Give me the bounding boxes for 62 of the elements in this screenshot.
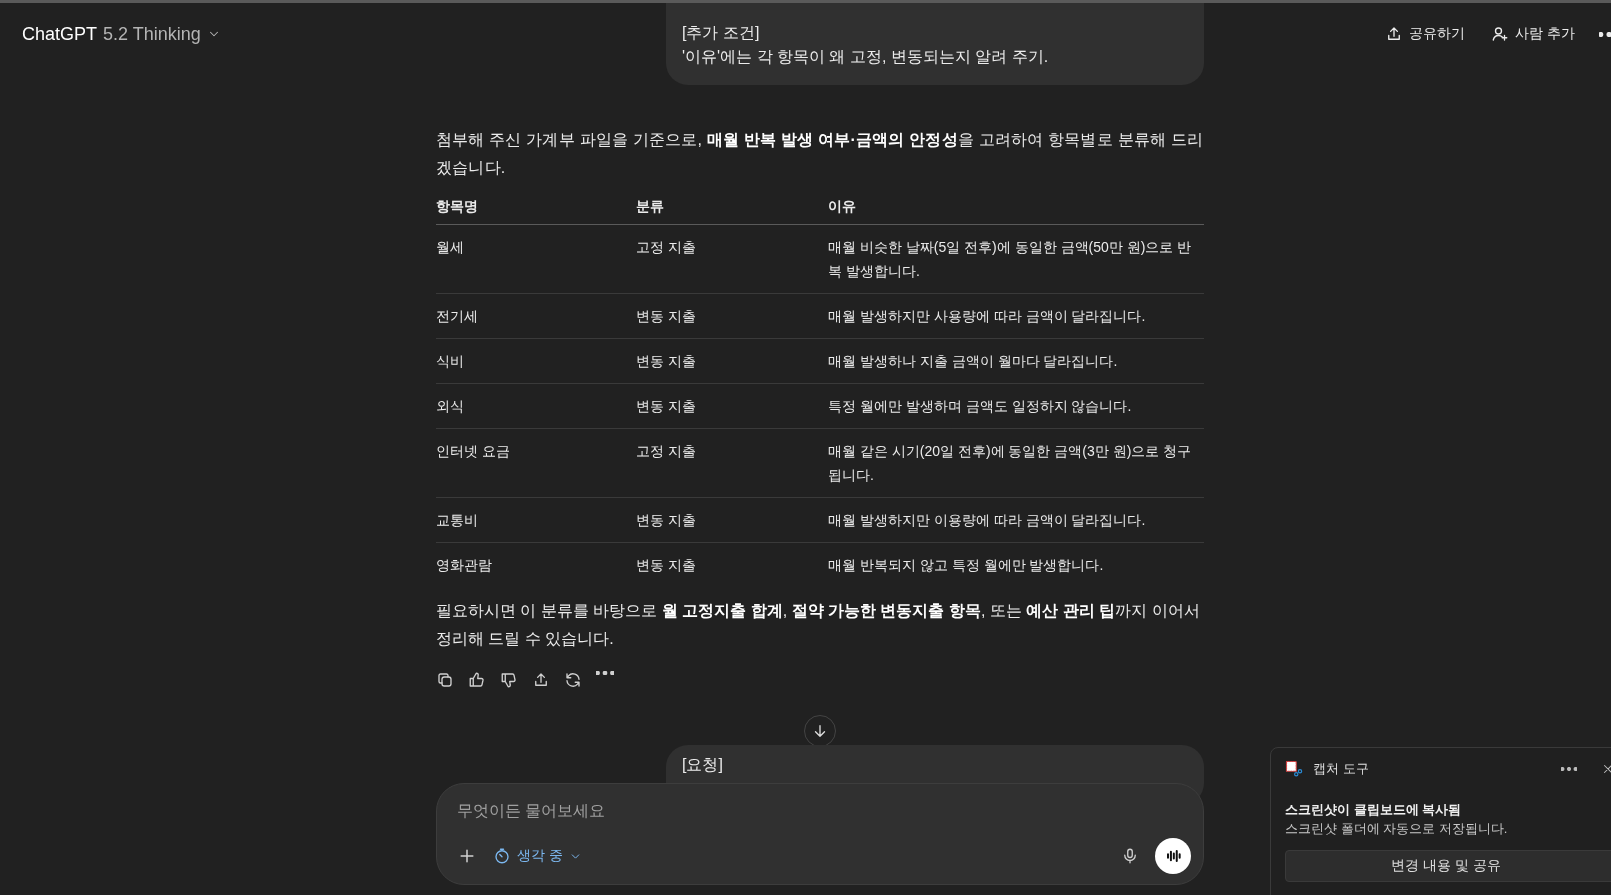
table-cell: 매월 같은 시기(20일 전후)에 동일한 금액(3만 원)으로 청구됩니다. bbox=[828, 443, 1192, 483]
table-cell: 고정 지출 bbox=[636, 443, 696, 459]
table-cell: 매월 반복되지 않고 특정 월에만 발생합니다. bbox=[828, 557, 1104, 573]
table-cell: 변동 지출 bbox=[636, 398, 696, 414]
copy-button[interactable] bbox=[436, 671, 454, 689]
table-cell: 변동 지출 bbox=[636, 557, 696, 573]
timer-icon bbox=[493, 847, 511, 865]
column-header: 항목명 bbox=[436, 190, 636, 225]
message-text: [요청] bbox=[682, 755, 724, 775]
more-icon bbox=[1561, 767, 1577, 771]
table-cell: 영화관람 bbox=[436, 557, 492, 573]
thumbs-up-icon bbox=[468, 671, 486, 689]
more-icon bbox=[1599, 31, 1611, 37]
thumbs-down-icon bbox=[500, 671, 518, 689]
copy-icon bbox=[436, 671, 454, 689]
share-button[interactable]: 공유하기 bbox=[1383, 21, 1468, 47]
more-icon bbox=[596, 671, 614, 675]
notification-title: 스크린샷이 클립보드에 복사됨 bbox=[1285, 801, 1463, 819]
message-text: '이유'에는 각 항목이 왜 고정, 변동되는지 알려 주기. bbox=[682, 47, 1050, 67]
answer-paragraph: 첨부해 주신 가계부 파일을 기준으로, 매월 반복 발생 여부·금액의 안정성을 고려하여 항목별로 분류해 드리겠습니다. bbox=[436, 130, 1204, 178]
table-cell: 외식 bbox=[436, 398, 464, 414]
table-cell: 변동 지출 bbox=[636, 308, 696, 324]
close-button[interactable] bbox=[1601, 762, 1611, 776]
table-cell: 매월 비슷한 날짜(5일 전후)에 동일한 금액(50만 원)으로 반복 발생합니다. bbox=[828, 239, 1192, 279]
voice-button[interactable] bbox=[1155, 838, 1191, 874]
thinking-mode-button[interactable]: 생각 중 bbox=[493, 847, 582, 865]
dislike-button[interactable] bbox=[500, 671, 518, 689]
table-cell: 매월 발생하지만 사용량에 따라 금액이 달라집니다. bbox=[828, 308, 1146, 324]
table-cell: 월세 bbox=[436, 239, 464, 255]
message-text: [추가 조건] bbox=[682, 23, 761, 43]
notification-text: 스크린샷 폴더에 자동으로 저장됩니다. bbox=[1285, 820, 1509, 838]
table-cell: 고정 지출 bbox=[636, 239, 696, 255]
table-cell: 전기세 bbox=[436, 308, 478, 324]
app-title: ChatGPT bbox=[22, 23, 98, 45]
table-cell: 매월 발생하지만 이용량에 따라 금액이 달라집니다. bbox=[828, 512, 1146, 528]
person-plus-icon bbox=[1491, 25, 1510, 43]
table-cell: 매월 발생하나 지출 금액이 월마다 달라집니다. bbox=[828, 353, 1118, 369]
app-name: 캡처 도구 bbox=[1313, 760, 1369, 778]
table-cell: 교통비 bbox=[436, 512, 478, 528]
model-selector[interactable]: 5.2 Thinking bbox=[103, 23, 221, 45]
share-icon bbox=[532, 671, 550, 689]
share-button[interactable] bbox=[532, 671, 550, 689]
like-button[interactable] bbox=[468, 671, 486, 689]
scroll-down-button[interactable] bbox=[804, 715, 836, 747]
close-icon bbox=[1601, 762, 1611, 776]
column-header: 분류 bbox=[636, 190, 828, 225]
refresh-icon bbox=[564, 671, 582, 689]
regenerate-button[interactable] bbox=[564, 671, 582, 689]
table-cell: 인터넷 요금 bbox=[436, 443, 510, 459]
answer-paragraph: 필요하시면 이 분류를 바탕으로 월 고정지출 합계, 절약 가능한 변동지출 항목, 또는 예산 관리 팁까지 이어서 정리해 드릴 수 있습니다. bbox=[436, 601, 1201, 649]
snipping-tool-icon bbox=[1285, 760, 1303, 778]
microphone-icon bbox=[1121, 847, 1139, 865]
add-person-button[interactable]: 사람 추가 bbox=[1489, 21, 1577, 47]
message-input[interactable]: 무엇이든 물어보세요 bbox=[457, 798, 1191, 824]
table-cell: 변동 지출 bbox=[636, 353, 696, 369]
table-cell: 변동 지출 bbox=[636, 512, 696, 528]
share-changes-button[interactable]: 변경 내용 및 공유 bbox=[1285, 850, 1611, 882]
table-cell: 식비 bbox=[436, 353, 464, 369]
table-cell: 특정 월에만 발생하며 금액도 일정하지 않습니다. bbox=[828, 398, 1132, 414]
column-header: 이유 bbox=[828, 190, 1204, 225]
microphone-button[interactable] bbox=[1121, 847, 1139, 865]
more-button[interactable] bbox=[1561, 767, 1577, 771]
